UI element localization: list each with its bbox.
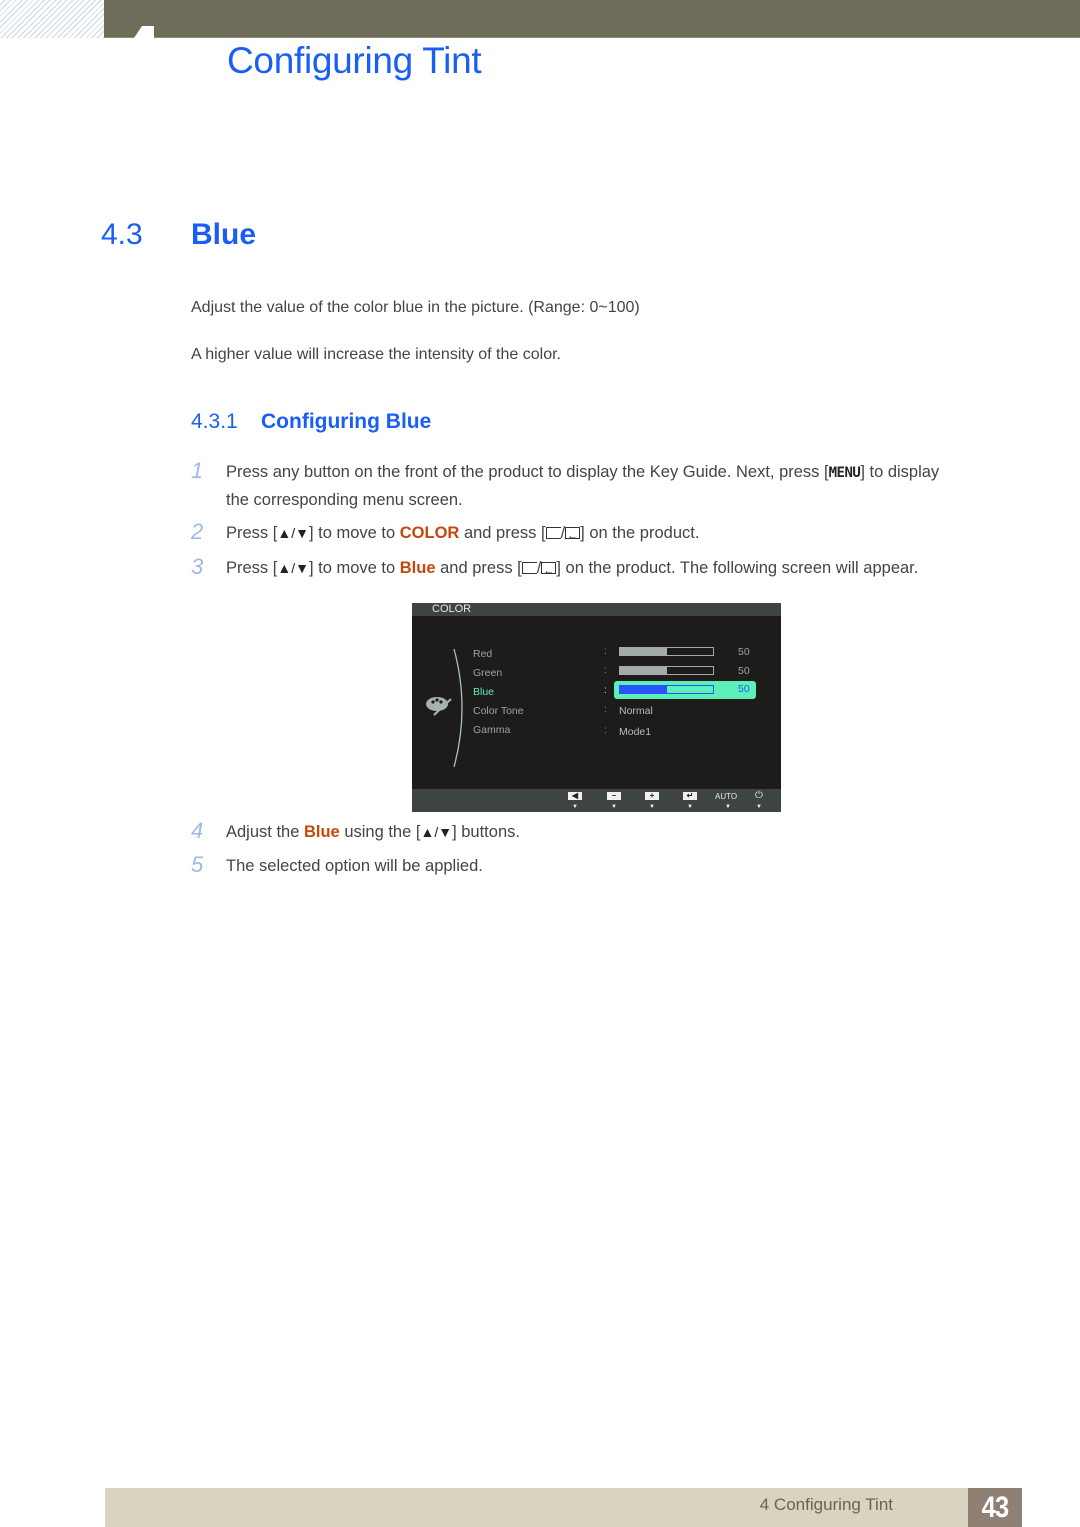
minus-icon[interactable]: – — [607, 792, 621, 800]
gamma-value: Mode1 — [619, 726, 652, 738]
osd-key-guide: ◀ ▼ – ▼ + ▼ ↵ ▼ AUTO ▼ ⏻ ▼ — [412, 789, 781, 812]
source-icon — [545, 527, 561, 539]
up-down-arrow-icon: ▲/▼ — [420, 824, 453, 840]
colon: : — [604, 646, 607, 657]
blue-slider[interactable] — [619, 685, 714, 694]
blue-value: 50 — [738, 683, 750, 695]
down-marker-icon: ▼ — [572, 804, 578, 810]
step-number: 4 — [191, 818, 204, 843]
header-hatch-pattern — [0, 0, 104, 38]
osd-title: COLOR — [432, 603, 472, 615]
step-text-part: ] to display — [860, 463, 940, 481]
colon: : — [604, 725, 607, 736]
step-text-part: Press any button on the front of the pro… — [226, 463, 829, 481]
step-number: 3 — [191, 554, 204, 579]
section-number: 4.3 — [101, 218, 143, 251]
enter-icon — [541, 558, 557, 585]
step-number: 5 — [191, 852, 204, 877]
down-marker-icon: ▼ — [649, 804, 655, 810]
footer-chapter-label: 4 Configuring Tint — [759, 1495, 893, 1514]
section-description: Adjust the value of the color blue in th… — [191, 299, 640, 316]
highlight-blue: Blue — [303, 823, 340, 841]
palette-icon — [426, 697, 452, 716]
up-down-arrow-icon: ▲/▼ — [277, 525, 309, 541]
step-text: Press any button on the front of the pro… — [226, 459, 1006, 514]
green-slider[interactable] — [619, 666, 714, 675]
step-text-part: ] to move to — [308, 559, 400, 577]
chapter-title: Configuring Tint — [227, 40, 482, 81]
highlight-blue: Blue — [399, 559, 436, 577]
osd-menu-item-blue[interactable]: Blue — [473, 686, 494, 698]
enter-icon — [565, 523, 581, 550]
subsection-number: 4.3.1 — [191, 410, 238, 433]
step-text-part: ] on the product. The following screen w… — [556, 559, 919, 577]
colon: : — [604, 665, 607, 676]
step-text-part: Press [ — [226, 524, 278, 542]
green-value: 50 — [738, 665, 750, 677]
source-icon — [521, 562, 537, 574]
step-text-part: and press [ — [435, 559, 522, 577]
page-footer: 4 Configuring Tint — [105, 1488, 1022, 1527]
section-title: Blue — [191, 218, 257, 251]
osd-header: COLOR — [412, 603, 781, 616]
osd-color-menu: COLOR Red Green Blue Color Tone Gamma : … — [412, 603, 781, 812]
colon: : — [604, 685, 607, 696]
page-number-box: 43 — [968, 1488, 1022, 1527]
plus-icon[interactable]: + — [645, 792, 659, 800]
step-text: Adjust the Blue using the [▲/▼] buttons. — [226, 819, 1006, 846]
step-text: Press [▲/▼] to move to COLOR and press [… — [226, 520, 1006, 550]
power-icon[interactable]: ⏻ — [755, 790, 763, 801]
slider-fill — [620, 648, 667, 655]
auto-button[interactable]: AUTO — [715, 792, 737, 801]
blue-selected-row[interactable]: 50 — [614, 681, 756, 699]
left-arrow-icon[interactable]: ◀ — [568, 792, 582, 800]
step-text-part: ] buttons. — [452, 823, 520, 841]
up-down-arrow-icon: ▲/▼ — [277, 560, 309, 576]
step-text-part: and press [ — [459, 524, 546, 542]
osd-menu-item-red[interactable]: Red — [473, 648, 492, 660]
page-number: 43 — [981, 1491, 1010, 1524]
osd-menu-item-gamma[interactable]: Gamma — [473, 724, 510, 736]
down-marker-icon: ▼ — [687, 804, 693, 810]
down-marker-icon: ▼ — [725, 804, 731, 810]
chapter-header-bar — [104, 0, 1080, 38]
step-text-part: Press [ — [226, 559, 278, 577]
step-text-part: the corresponding menu screen. — [226, 491, 463, 509]
enter-icon[interactable]: ↵ — [683, 792, 697, 800]
down-marker-icon: ▼ — [611, 804, 617, 810]
step-text-part: ] on the product. — [580, 524, 700, 542]
step-text: The selected option will be applied. — [226, 857, 483, 875]
down-marker-icon: ▼ — [756, 804, 762, 810]
step-text: Press [▲/▼] to move to Blue and press [/… — [226, 555, 1006, 585]
step-text-part: using the [ — [339, 823, 421, 841]
red-slider[interactable] — [619, 647, 714, 656]
menu-arc-divider — [453, 648, 463, 768]
step-text-part: Adjust the — [226, 823, 304, 841]
menu-key: MENU — [828, 465, 861, 481]
red-value: 50 — [738, 646, 750, 658]
step-number: 1 — [191, 458, 204, 483]
subsection-title: Configuring Blue — [261, 410, 432, 433]
colon: : — [604, 704, 607, 715]
color-tone-value: Normal — [619, 705, 653, 717]
slider-fill — [620, 686, 667, 693]
slider-fill — [620, 667, 667, 674]
section-note: A higher value will increase the intensi… — [191, 346, 561, 363]
osd-menu-item-color-tone[interactable]: Color Tone — [473, 705, 524, 717]
step-number: 2 — [191, 519, 204, 544]
osd-menu-item-green[interactable]: Green — [473, 667, 502, 679]
highlight-color: COLOR — [399, 524, 460, 542]
step-text-part: ] to move to — [308, 524, 400, 542]
